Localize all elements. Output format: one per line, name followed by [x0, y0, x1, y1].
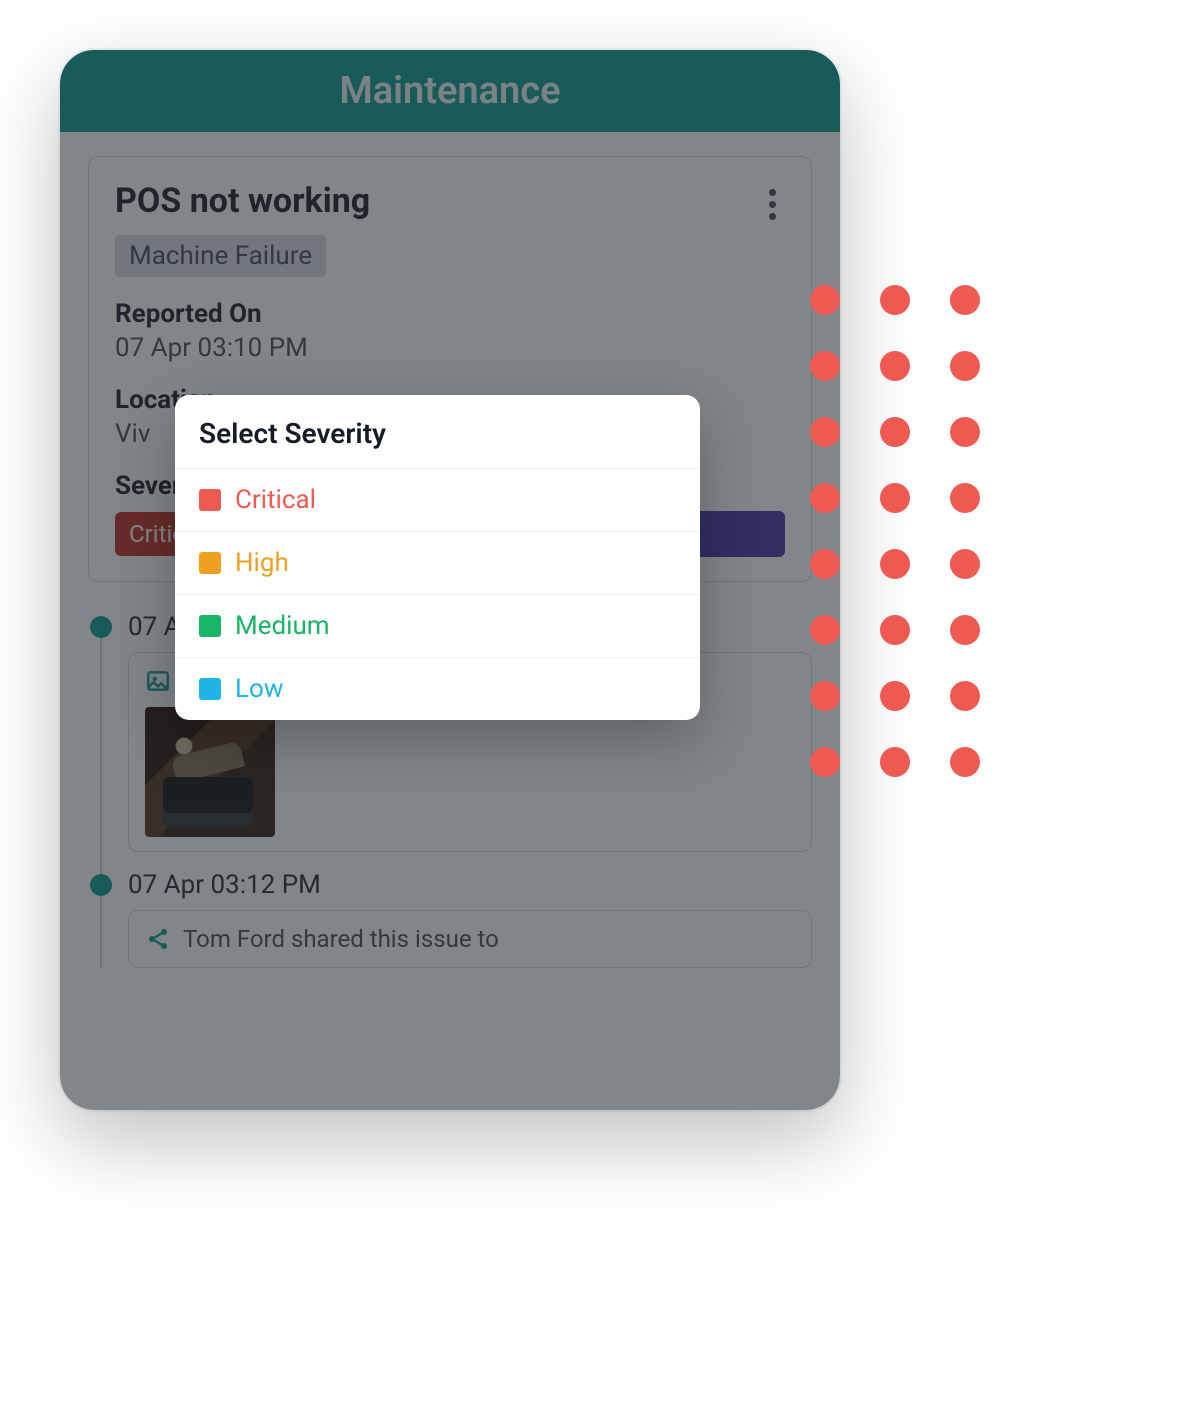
- timeline-card: Tom Ford shared this issue to: [128, 910, 812, 968]
- timeline-dot-icon: [90, 874, 112, 896]
- timeline-item: 07 Apr 03:12 PM Tom Ford shared this iss…: [88, 870, 812, 968]
- option-label: High: [235, 548, 289, 578]
- square-icon: [199, 678, 221, 700]
- header-bar: Maintenance: [60, 50, 840, 132]
- option-label: Medium: [235, 611, 330, 641]
- square-icon: [199, 552, 221, 574]
- reported-on-label: Reported On: [115, 299, 785, 329]
- issue-tag: Machine Failure: [115, 235, 326, 277]
- more-menu-button[interactable]: [759, 181, 785, 220]
- square-icon: [199, 615, 221, 637]
- select-severity-popover: Select Severity Critical High Medium Low: [175, 395, 700, 720]
- reported-on-value: 07 Apr 03:10 PM: [115, 333, 785, 363]
- severity-option-medium[interactable]: Medium: [175, 594, 700, 657]
- severity-option-high[interactable]: High: [175, 531, 700, 594]
- timeline-time: 07 Apr 03:12 PM: [128, 870, 812, 900]
- option-label: Low: [235, 674, 283, 704]
- page-title: Maintenance: [339, 69, 560, 113]
- square-icon: [199, 489, 221, 511]
- timeline-dot-icon: [90, 616, 112, 638]
- option-label: Critical: [235, 485, 316, 515]
- image-thumbnail[interactable]: [145, 707, 275, 837]
- popover-title: Select Severity: [175, 395, 700, 468]
- share-icon: [145, 926, 171, 952]
- severity-option-critical[interactable]: Critical: [175, 468, 700, 531]
- decorative-dot-grid: [810, 285, 980, 777]
- issue-title: POS not working: [115, 181, 370, 221]
- severity-option-low[interactable]: Low: [175, 657, 700, 720]
- timeline-text: Tom Ford shared this issue to: [183, 925, 499, 953]
- image-icon: [145, 668, 171, 694]
